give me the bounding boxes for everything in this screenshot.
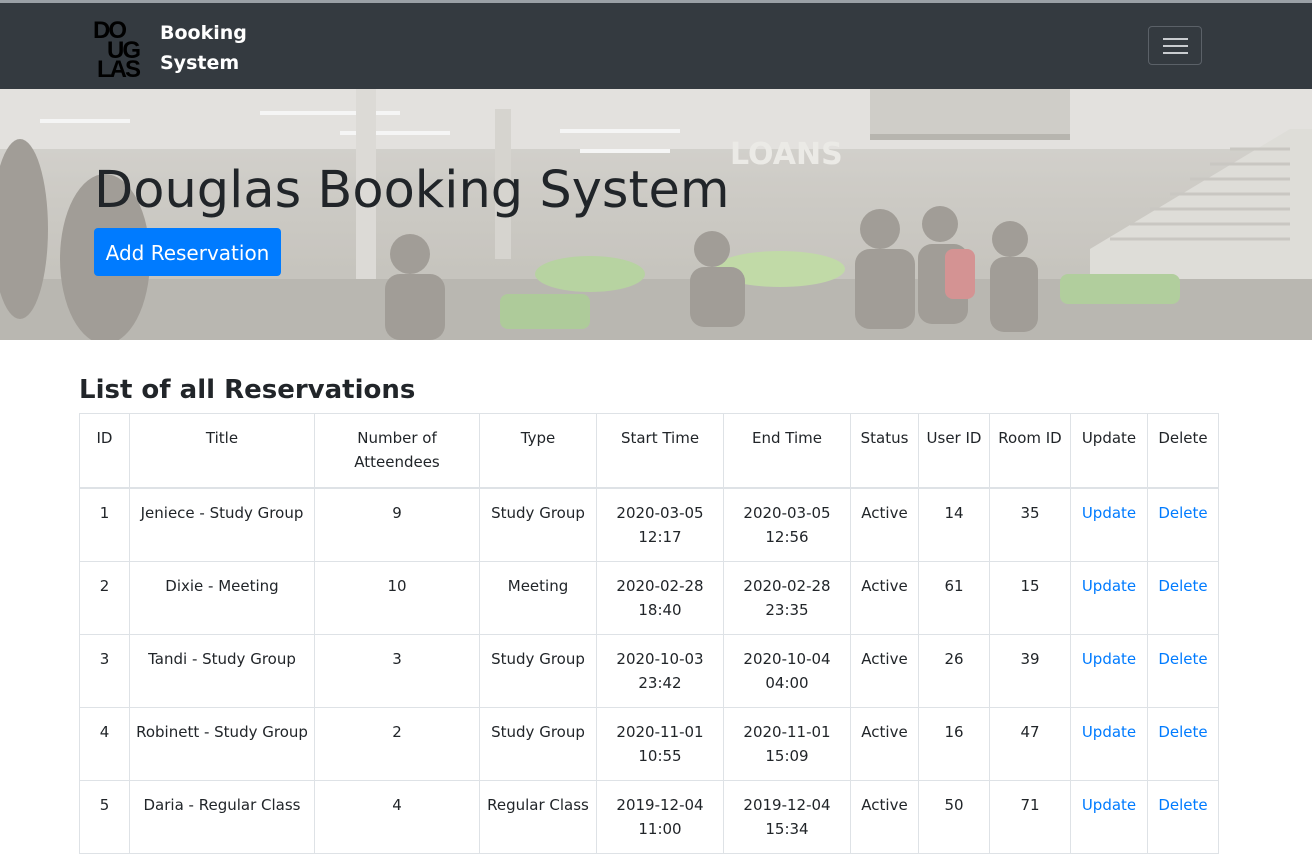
reservations-table: ID Title Number of Atteendees Type Start… (79, 413, 1219, 854)
cell-delete: Delete (1147, 487, 1219, 562)
table-row: 3 Tandi - Study Group 3 Study Group 2020… (79, 633, 1219, 708)
cell-start-time: 2020-11-01 10:55 (596, 706, 724, 781)
cell-start-time: 2019-12-04 11:00 (596, 779, 724, 854)
cell-type: Study Group (479, 706, 597, 781)
cell-status: Active (850, 560, 919, 635)
update-link[interactable]: Update (1082, 723, 1136, 741)
cell-start-time: 2020-03-05 12:17 (596, 487, 724, 562)
cell-user-id: 61 (918, 560, 990, 635)
navbar: DO UG LAS Booking System (0, 3, 1312, 89)
cell-type: Study Group (479, 633, 597, 708)
cell-title: Tandi - Study Group (129, 633, 315, 708)
table-row: 1 Jeniece - Study Group 9 Study Group 20… (79, 487, 1219, 562)
cell-room-id: 15 (989, 560, 1071, 635)
table-body: 1 Jeniece - Study Group 9 Study Group 20… (79, 487, 1219, 854)
cell-attendees: 10 (314, 560, 480, 635)
cell-title: Dixie - Meeting (129, 560, 315, 635)
column-header-status: Status (850, 413, 919, 489)
cell-delete: Delete (1147, 779, 1219, 854)
cell-id: 2 (79, 560, 130, 635)
delete-link[interactable]: Delete (1158, 650, 1207, 668)
delete-link[interactable]: Delete (1158, 723, 1207, 741)
column-header-delete: Delete (1147, 413, 1219, 489)
cell-delete: Delete (1147, 560, 1219, 635)
column-header-type: Type (479, 413, 597, 489)
column-header-start-time: Start Time (596, 413, 724, 489)
cell-id: 5 (79, 779, 130, 854)
cell-title: Daria - Regular Class (129, 779, 315, 854)
cell-attendees: 4 (314, 779, 480, 854)
cell-user-id: 14 (918, 487, 990, 562)
column-header-room-id: Room ID (989, 413, 1071, 489)
cell-user-id: 26 (918, 633, 990, 708)
cell-room-id: 47 (989, 706, 1071, 781)
delete-link[interactable]: Delete (1158, 577, 1207, 595)
header-row: ID Title Number of Atteendees Type Start… (79, 413, 1219, 489)
column-header-end-time: End Time (723, 413, 851, 489)
cell-update: Update (1070, 487, 1148, 562)
table-row: 4 Robinett - Study Group 2 Study Group 2… (79, 706, 1219, 781)
cell-update: Update (1070, 633, 1148, 708)
cell-type: Meeting (479, 560, 597, 635)
cell-status: Active (850, 779, 919, 854)
page-title: Douglas Booking System (94, 161, 730, 220)
cell-update: Update (1070, 706, 1148, 781)
brand-line-2: System (160, 52, 240, 74)
cell-user-id: 50 (918, 779, 990, 854)
cell-delete: Delete (1147, 706, 1219, 781)
cell-id: 3 (79, 633, 130, 708)
cell-status: Active (850, 633, 919, 708)
cell-update: Update (1070, 560, 1148, 635)
cell-attendees: 2 (314, 706, 480, 781)
reservations-heading: List of all Reservations (79, 375, 416, 405)
update-link[interactable]: Update (1082, 796, 1136, 814)
delete-link[interactable]: Delete (1158, 504, 1207, 522)
cell-end-time: 2020-11-01 15:09 (723, 706, 851, 781)
cell-end-time: 2020-10-04 04:00 (723, 633, 851, 708)
cell-end-time: 2020-03-05 12:56 (723, 487, 851, 562)
cell-status: Active (850, 487, 919, 562)
cell-start-time: 2020-10-03 23:42 (596, 633, 724, 708)
update-link[interactable]: Update (1082, 577, 1136, 595)
brand-line-1: Booking (160, 22, 247, 44)
cell-room-id: 71 (989, 779, 1071, 854)
column-header-update: Update (1070, 413, 1148, 489)
douglas-logo[interactable]: DO UG LAS (93, 16, 151, 78)
navbar-toggler-button[interactable] (1148, 26, 1202, 65)
cell-update: Update (1070, 779, 1148, 854)
cell-id: 4 (79, 706, 130, 781)
table-row: 2 Dixie - Meeting 10 Meeting 2020-02-28 … (79, 560, 1219, 635)
cell-attendees: 9 (314, 487, 480, 562)
cell-end-time: 2020-02-28 23:35 (723, 560, 851, 635)
delete-link[interactable]: Delete (1158, 796, 1207, 814)
update-link[interactable]: Update (1082, 504, 1136, 522)
cell-title: Jeniece - Study Group (129, 487, 315, 562)
column-header-title: Title (129, 413, 315, 489)
column-header-user-id: User ID (918, 413, 990, 489)
cell-delete: Delete (1147, 633, 1219, 708)
svg-text:LAS: LAS (97, 56, 141, 78)
cell-status: Active (850, 706, 919, 781)
cell-user-id: 16 (918, 706, 990, 781)
column-header-id: ID (79, 413, 130, 489)
add-reservation-button[interactable]: Add Reservation (94, 228, 281, 276)
cell-type: Study Group (479, 487, 597, 562)
cell-title: Robinett - Study Group (129, 706, 315, 781)
cell-room-id: 35 (989, 487, 1071, 562)
cell-end-time: 2019-12-04 15:34 (723, 779, 851, 854)
cell-id: 1 (79, 487, 130, 562)
update-link[interactable]: Update (1082, 650, 1136, 668)
cell-start-time: 2020-02-28 18:40 (596, 560, 724, 635)
table-row: 5 Daria - Regular Class 4 Regular Class … (79, 779, 1219, 854)
cell-attendees: 3 (314, 633, 480, 708)
cell-type: Regular Class (479, 779, 597, 854)
column-header-attendees: Number of Atteendees (314, 413, 480, 489)
cell-room-id: 39 (989, 633, 1071, 708)
navbar-brand[interactable]: Booking System (160, 18, 247, 78)
table-header: ID Title Number of Atteendees Type Start… (79, 413, 1219, 489)
